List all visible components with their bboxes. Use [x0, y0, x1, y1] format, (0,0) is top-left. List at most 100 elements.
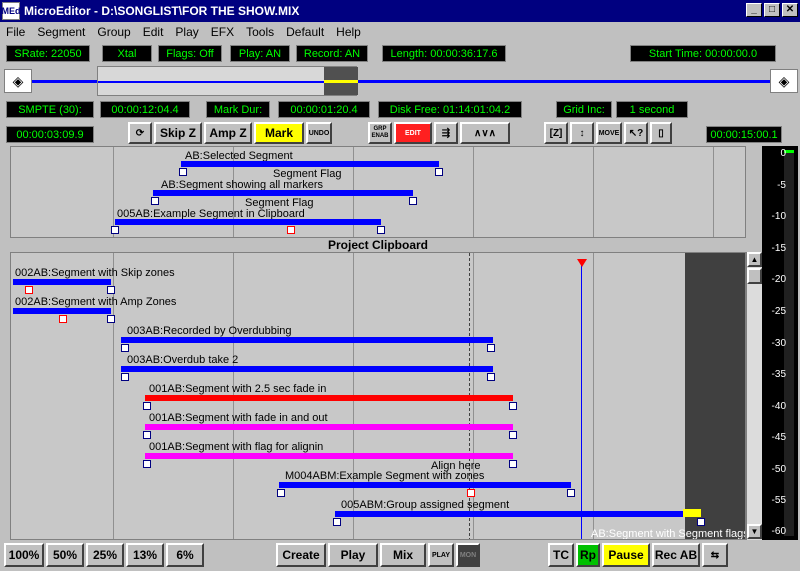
project-timeline[interactable]: 002AB:Segment with Skip zones 002AB:Segm… [10, 252, 746, 540]
segment-marker[interactable] [333, 518, 341, 526]
zone-marker[interactable] [25, 286, 33, 294]
menu-help[interactable]: Help [336, 25, 361, 39]
mouse-icon[interactable]: ▯ [650, 122, 672, 144]
segment-marker[interactable] [107, 315, 115, 323]
segment-marker[interactable] [179, 168, 187, 176]
vertical-zoom-icon[interactable]: ↕ [570, 122, 594, 144]
group-enable-button[interactable]: GRP ENAB [368, 122, 392, 144]
segment-marker[interactable] [487, 373, 495, 381]
meter-label: -30 [771, 338, 786, 349]
scroll-left-icon[interactable]: ◈ [4, 69, 32, 93]
segment-bar[interactable] [121, 366, 493, 372]
segment-bar[interactable] [145, 424, 513, 430]
segment-marker[interactable] [509, 431, 517, 439]
playhead-icon[interactable] [577, 259, 587, 267]
undo-button[interactable]: UNDO [306, 122, 332, 144]
play-button[interactable]: Play [328, 543, 378, 567]
segment-marker[interactable] [509, 402, 517, 410]
segment-bar[interactable] [279, 482, 571, 488]
selection-highlight[interactable] [683, 509, 701, 517]
right-time-display: 00:00:15:00.1 [706, 126, 782, 143]
segment-bar[interactable] [13, 308, 111, 314]
zoom-6-button[interactable]: 6% [166, 543, 204, 567]
amp-zone-button[interactable]: Amp Z [204, 122, 252, 144]
meter-label: -50 [771, 464, 786, 475]
skip-zone-button[interactable]: Skip Z [154, 122, 202, 144]
scroll-thumb[interactable] [747, 268, 762, 284]
segment-marker[interactable] [277, 489, 285, 497]
tc-button[interactable]: TC [548, 543, 574, 567]
move-button[interactable]: MOVE [596, 122, 622, 144]
play-range-button[interactable]: PLAY [428, 543, 454, 567]
mark-dur-label: Mark Dur: [206, 101, 270, 118]
menu-default[interactable]: Default [286, 25, 324, 39]
menu-group[interactable]: Group [97, 25, 130, 39]
create-button[interactable]: Create [276, 543, 326, 567]
segment-bar[interactable] [121, 337, 493, 343]
zone-marker[interactable] [287, 226, 295, 234]
scroll-right-icon[interactable]: ◈ [770, 69, 798, 93]
menu-efx[interactable]: EFX [211, 25, 234, 39]
record-display: Record: AN [296, 45, 368, 62]
segment-marker[interactable] [143, 460, 151, 468]
segment-marker[interactable] [107, 286, 115, 294]
segment-marker[interactable] [487, 344, 495, 352]
segment-marker[interactable] [121, 373, 129, 381]
scroll-up-icon[interactable]: ▲ [747, 252, 762, 267]
overview-window[interactable] [97, 66, 358, 96]
overview-thumb[interactable] [324, 67, 358, 95]
split-icon[interactable]: ⇶ [434, 122, 458, 144]
pause-button[interactable]: Pause [602, 543, 650, 567]
zoom-50-button[interactable]: 50% [46, 543, 84, 567]
menu-edit[interactable]: Edit [143, 25, 164, 39]
segment-marker[interactable] [121, 344, 129, 352]
segment-bar[interactable] [145, 395, 513, 401]
help-pointer-icon[interactable]: ↖? [624, 122, 648, 144]
edit-button[interactable]: EDIT [394, 122, 432, 144]
zone-marker[interactable] [59, 315, 67, 323]
segment-bar[interactable] [13, 279, 111, 285]
zoom-13-button[interactable]: 13% [126, 543, 164, 567]
zone-marker[interactable] [467, 489, 475, 497]
segment-marker[interactable] [509, 460, 517, 468]
menu-tools[interactable]: Tools [246, 25, 274, 39]
waveform-icon[interactable]: ∧∨∧ [460, 122, 510, 144]
menu-segment[interactable]: Segment [37, 25, 85, 39]
segment-marker[interactable] [111, 226, 119, 234]
minimize-button[interactable]: _ [746, 3, 762, 17]
zoom-z-icon[interactable]: [Z] [544, 122, 568, 144]
segment-marker[interactable] [435, 168, 443, 176]
zoom-100-button[interactable]: 100% [4, 543, 44, 567]
mix-button[interactable]: Mix [380, 543, 426, 567]
end-region [685, 253, 745, 539]
clip-segment-bar[interactable] [115, 219, 381, 225]
segment-marker[interactable] [151, 197, 159, 205]
swap-icon[interactable]: ⇆ [702, 543, 728, 567]
zoom-25-button[interactable]: 25% [86, 543, 124, 567]
monitor-button[interactable]: MON [456, 543, 480, 567]
meter-label: -45 [771, 432, 786, 443]
segment-bar[interactable] [335, 511, 699, 517]
repeat-button[interactable]: Rp [576, 543, 600, 567]
clip-segment-bar[interactable] [181, 161, 439, 167]
record-ab-button[interactable]: Rec AB [652, 543, 700, 567]
vertical-scrollbar[interactable]: ▲ ▼ [746, 252, 762, 540]
segment-marker[interactable] [567, 489, 575, 497]
mark-button[interactable]: Mark [254, 122, 304, 144]
segment-marker[interactable] [143, 431, 151, 439]
srate-display: SRate: 22050 [6, 45, 90, 62]
meter-label: -40 [771, 401, 786, 412]
loop-icon[interactable]: ⟳ [128, 122, 152, 144]
segment-marker[interactable] [697, 518, 705, 526]
maximize-button[interactable]: □ [764, 3, 780, 17]
close-button[interactable]: ✕ [782, 3, 798, 17]
scroll-down-icon[interactable]: ▼ [747, 524, 762, 539]
segment-bar[interactable] [145, 453, 513, 459]
menu-play[interactable]: Play [175, 25, 198, 39]
segment-marker[interactable] [409, 197, 417, 205]
clip-segment-bar[interactable] [153, 190, 413, 196]
playhead-line[interactable] [581, 259, 582, 539]
segment-marker[interactable] [377, 226, 385, 234]
menu-file[interactable]: File [6, 25, 25, 39]
segment-marker[interactable] [143, 402, 151, 410]
